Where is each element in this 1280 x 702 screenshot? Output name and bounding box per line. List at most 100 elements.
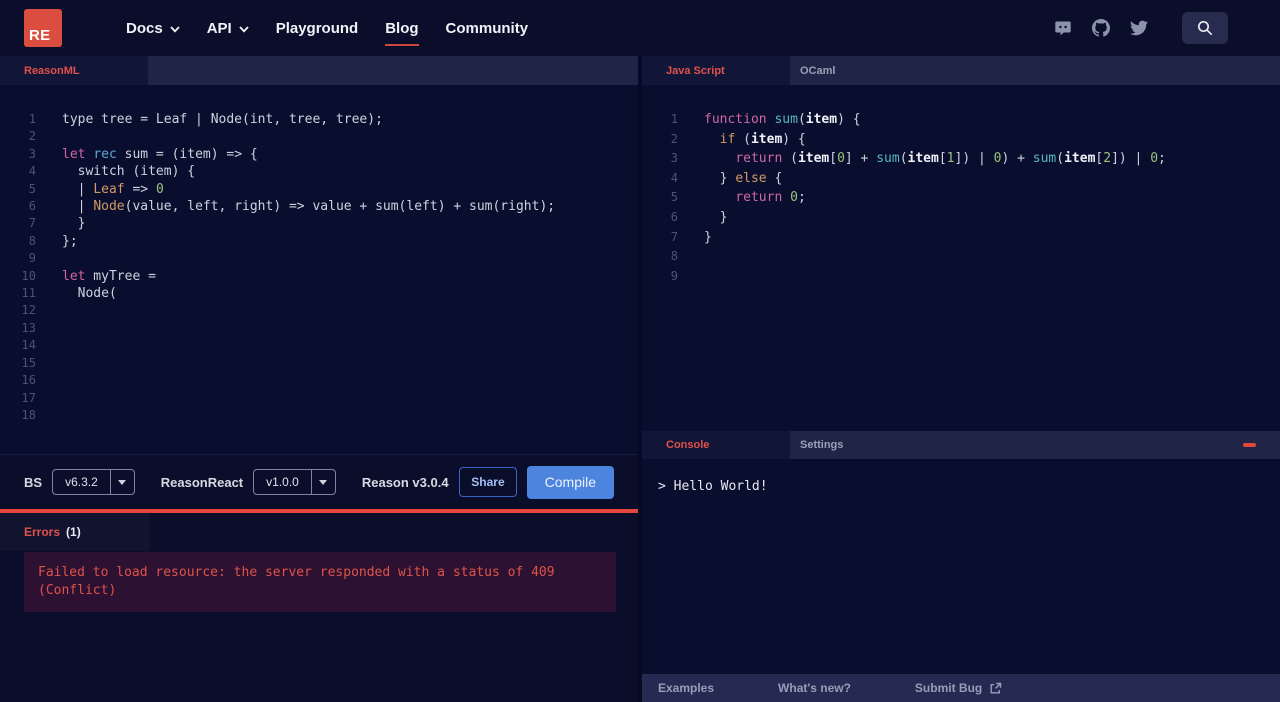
code-line: 5 return 0;	[642, 188, 1280, 208]
code-line: 8};	[0, 233, 638, 250]
tab-ocaml[interactable]: OCaml	[790, 56, 835, 85]
bs-label: BS	[24, 474, 43, 490]
tab-console[interactable]: Console	[642, 431, 790, 459]
line-number: 13	[21, 320, 36, 335]
navbar-right	[1054, 12, 1228, 44]
line-number: 3	[670, 151, 678, 166]
code-line: 18	[0, 407, 638, 424]
submit-bug-link[interactable]: Submit Bug	[915, 681, 1002, 695]
nav-item-playground[interactable]: Playground	[276, 20, 359, 37]
line-content: | Node(value, left, right) => value + su…	[62, 199, 556, 215]
code-line: 7 }	[0, 215, 638, 232]
line-number: 1	[28, 112, 36, 126]
code-line: 6 | Node(value, left, right) => value + …	[0, 198, 638, 215]
tab-label: Settings	[800, 439, 844, 451]
code-line: 13	[0, 320, 638, 337]
github-icon[interactable]	[1092, 19, 1110, 37]
line-number: 9	[28, 251, 36, 266]
reasonreact-version-select[interactable]: v1.0.0	[253, 469, 336, 495]
line-content: | Leaf => 0	[62, 181, 164, 197]
tab-label: ReasonML	[24, 64, 80, 77]
line-number: 6	[670, 209, 678, 224]
line-number: 2	[28, 129, 36, 144]
caret-down-icon	[319, 479, 328, 485]
reason-logo[interactable]: RE	[24, 9, 62, 47]
code-line: 9	[642, 267, 1280, 287]
reasonreact-version-value: v1.0.0	[266, 475, 299, 489]
nav-label: API	[206, 19, 232, 37]
line-number: 5	[670, 190, 678, 205]
code-line: 2 if (item) {	[642, 130, 1280, 150]
nav-item-community[interactable]: Community	[446, 20, 529, 37]
errors-section: Errors (1) Failed to load resource: the …	[0, 509, 638, 702]
tab-settings[interactable]: Settings	[790, 431, 843, 459]
console-output: > Hello World!	[642, 459, 1280, 674]
bs-version-select[interactable]: v6.3.2	[52, 469, 135, 495]
collapse-console-button[interactable]	[1243, 431, 1256, 459]
line-number: 9	[670, 268, 678, 283]
whats-new-link[interactable]: What's new?	[778, 681, 851, 695]
nav-item-blog[interactable]: Blog	[385, 20, 419, 46]
errors-count: (1)	[66, 525, 81, 539]
code-line: 3 let rec sum = (item) => {	[0, 146, 638, 163]
line-number: 4	[28, 164, 36, 179]
errors-header[interactable]: Errors (1)	[0, 513, 638, 551]
bs-version-value: v6.3.2	[65, 475, 98, 489]
code-line: 14	[0, 337, 638, 354]
footer-link-label: Submit Bug	[914, 681, 983, 695]
code-line: 5 | Leaf => 0	[0, 181, 638, 198]
examples-link[interactable]: Examples	[658, 681, 714, 695]
line-number: 7	[28, 216, 36, 231]
line-content: }	[62, 216, 86, 232]
nav-label: Blog	[385, 20, 419, 46]
reason-code-editor[interactable]: 1 type tree = Leaf | Node(int, tree, tree…	[0, 85, 638, 454]
nav-item-api[interactable]: API	[207, 20, 249, 37]
error-message-line: (Conflict)	[38, 582, 117, 598]
console-output-line: > Hello World!	[658, 479, 768, 494]
external-link-icon	[990, 682, 1002, 693]
output-tabbar: Java Script OCaml	[642, 56, 1280, 85]
tab-label: Java Script	[666, 64, 725, 77]
line-content: Node(	[62, 286, 117, 302]
code-line: 4 switch (item) {	[0, 163, 638, 180]
nav-item-docs[interactable]: Docs	[126, 20, 180, 37]
code-line: 2	[0, 128, 638, 145]
discord-icon[interactable]	[1054, 19, 1072, 37]
line-content: } else {	[704, 170, 783, 186]
select-caret-box	[109, 470, 134, 494]
reasonreact-label: ReasonReact	[160, 474, 244, 490]
code-line: 15	[0, 355, 638, 372]
navbar: RE Docs API Playground Blog Community	[0, 0, 1280, 56]
code-line: 8	[642, 247, 1280, 267]
code-line: 16	[0, 372, 638, 389]
errors-tab: Errors (1)	[0, 513, 150, 551]
search-icon	[1197, 20, 1213, 36]
tab-javascript[interactable]: Java Script	[642, 56, 790, 85]
line-number: 6	[28, 199, 36, 214]
search-button[interactable]	[1182, 12, 1228, 44]
tab-reasonml[interactable]: ReasonML	[0, 56, 148, 85]
line-content: }	[704, 209, 728, 225]
console-tabbar: Console Settings	[642, 431, 1280, 459]
tab-label: OCaml	[800, 64, 836, 77]
share-button[interactable]: Share	[459, 467, 517, 497]
workspace: ReasonML 1 type tree = Leaf | Node(int, t…	[0, 56, 1280, 702]
line-number: 11	[21, 286, 36, 301]
line-content: type tree = Leaf | Node(int, tree, tree)…	[62, 112, 383, 127]
line-number: 5	[28, 181, 36, 196]
compile-button[interactable]: Compile	[526, 465, 614, 499]
javascript-output-editor[interactable]: 1 function sum(item) {2 if (item) {3 retu…	[642, 85, 1280, 431]
twitter-icon[interactable]	[1130, 19, 1148, 37]
line-content: let rec sum = (item) => {	[62, 146, 258, 162]
line-number: 14	[21, 338, 36, 353]
code-line: 7}	[642, 228, 1280, 248]
code-line: 4 } else {	[642, 169, 1280, 189]
chevron-down-icon	[170, 25, 180, 33]
left-tabbar: ReasonML	[0, 56, 638, 85]
code-line: 1 function sum(item) {	[642, 110, 1280, 130]
line-number: 17	[21, 390, 36, 405]
footer-link-label: Examples	[658, 681, 715, 695]
nav-label: Playground	[275, 19, 359, 37]
panel-footer: Examples What's new? Submit Bug	[642, 674, 1280, 702]
line-number: 15	[21, 355, 36, 370]
